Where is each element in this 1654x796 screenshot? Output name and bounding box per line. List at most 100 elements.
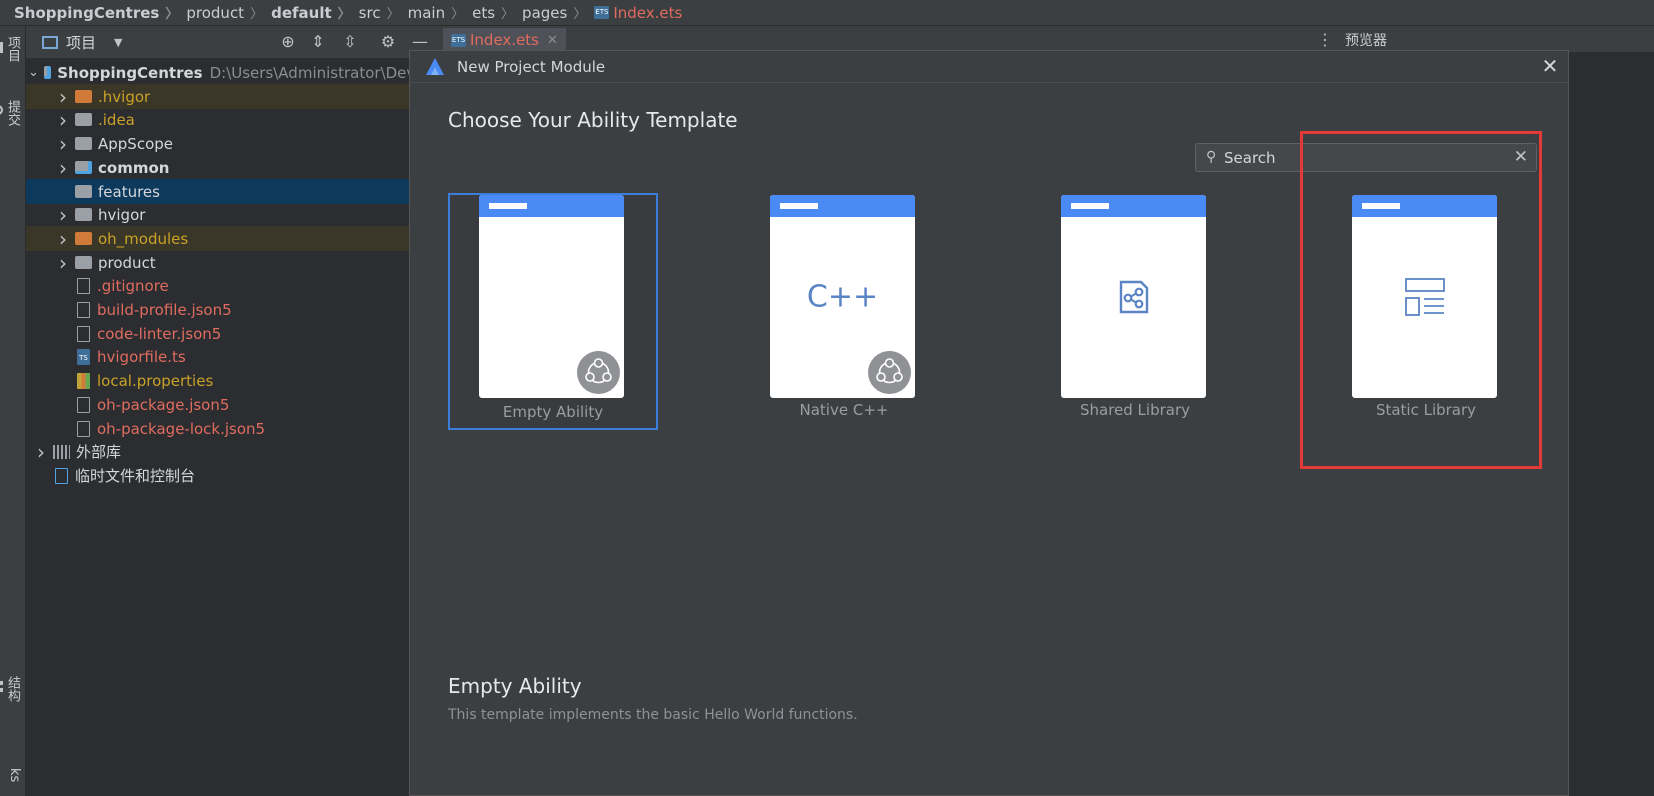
tree-item[interactable]: › common (26, 155, 433, 180)
tree-item[interactable]: code-linter.json5 (26, 321, 433, 346)
selected-template-description: This template implements the basic Hello… (448, 707, 858, 723)
ability-badge-icon (868, 351, 911, 394)
module-folder-icon (43, 66, 52, 79)
chevron-right-icon[interactable]: › (56, 110, 70, 130)
tab-index-ets[interactable]: ETS Index.ets ✕ (443, 28, 566, 52)
tree-item-label: oh-package.json5 (97, 395, 230, 414)
chevron-down-icon[interactable]: ▼ (114, 36, 122, 49)
project-tool-button[interactable]: 项目 (0, 36, 22, 62)
breadcrumb-file[interactable]: ETS Index.ets (594, 4, 682, 22)
tree-item[interactable]: build-profile.json5 (26, 297, 433, 322)
config-file-icon (77, 301, 90, 318)
close-tab-icon[interactable]: ✕ (547, 33, 558, 48)
editor-tab-strip: ETS Index.ets ✕ (433, 26, 1654, 52)
chevron-right-icon[interactable]: › (56, 158, 70, 178)
tree-item[interactable]: › 外部库 (26, 439, 433, 464)
template-preview (1061, 195, 1206, 398)
previewer-label[interactable]: 预览器 (1345, 30, 1387, 50)
config-file-icon (77, 277, 90, 294)
folder-icon (75, 185, 92, 198)
tree-item[interactable]: oh-package-lock.json5 (26, 416, 433, 441)
close-icon[interactable]: ✕ (1538, 54, 1562, 78)
chevron-right-icon[interactable]: › (56, 87, 70, 107)
breadcrumb-item[interactable]: main 〉 (407, 3, 473, 23)
tree-item[interactable]: .gitignore (26, 273, 433, 298)
breadcrumb-item[interactable]: src 〉 (358, 3, 408, 23)
tree-item-label: .idea (98, 110, 135, 129)
tree-item[interactable]: ⌄ ShoppingCentres D:\Users\Administrator\D… (26, 60, 433, 85)
chevron-right-icon[interactable]: › (56, 253, 70, 273)
tab-label: Index.ets (470, 31, 539, 49)
ability-badge-icon (577, 351, 620, 394)
locate-icon[interactable]: ⊕ (278, 32, 298, 52)
ts-file-icon: TS (77, 348, 90, 365)
chevron-right-icon[interactable]: › (56, 229, 70, 249)
breadcrumb-item[interactable]: ShoppingCentres 〉 (14, 3, 186, 23)
breadcrumb-separator: 〉 (165, 7, 179, 22)
tree-item[interactable]: › oh_modules (26, 226, 433, 251)
folder-icon (75, 208, 92, 221)
minimize-icon[interactable]: — (410, 32, 430, 52)
chevron-right-icon[interactable]: › (56, 205, 70, 225)
folder-icon (75, 256, 92, 269)
breadcrumb-item-label: main (407, 3, 446, 22)
template-preview: C++ (770, 195, 915, 398)
tree-item-label: .gitignore (97, 276, 169, 295)
commit-icon (0, 105, 3, 115)
chevron-down-icon[interactable]: ⌄ (28, 65, 39, 80)
bottom-tool-label: ks (7, 768, 22, 783)
tree-item[interactable]: › hvigor (26, 202, 433, 227)
structure-tool-button[interactable]: 结构 (0, 676, 22, 702)
bottom-tool-button[interactable]: ks (4, 768, 22, 782)
tree-item-label: common (98, 158, 170, 177)
tree-item-label: features (98, 182, 160, 201)
config-file-icon (77, 420, 90, 437)
breadcrumb-item-label: ets (472, 3, 496, 22)
expand-all-icon[interactable]: ⇕ (308, 32, 328, 52)
dialog-header: New Project Module ✕ (410, 51, 1568, 83)
breadcrumb-item[interactable]: default 〉 (271, 3, 359, 23)
ets-file-icon: ETS (594, 6, 610, 19)
folder-icon (75, 90, 92, 103)
chevron-right-icon[interactable]: › (56, 134, 70, 154)
tree-item[interactable]: 临时文件和控制台 (26, 463, 433, 488)
tree-item-label: oh-package-lock.json5 (97, 419, 266, 438)
breadcrumb-item-label: default (271, 3, 332, 22)
template-label: Shared Library (1079, 401, 1191, 419)
module-folder-icon (75, 161, 92, 174)
template-card-native-cpp[interactable]: C++ Native C++ (739, 193, 949, 430)
gear-icon[interactable]: ⚙ (378, 32, 398, 52)
project-panel-title[interactable]: 项目 (66, 32, 96, 53)
tree-item-label: AppScope (98, 134, 173, 153)
tree-item[interactable]: TS hvigorfile.ts (26, 344, 433, 369)
tree-item[interactable]: oh-package.json5 (26, 392, 433, 417)
tree-item-label: hvigor (98, 205, 146, 224)
breadcrumb-item[interactable]: ets 〉 (472, 3, 522, 23)
template-card-shared-library[interactable]: Shared Library (1030, 193, 1240, 430)
annotation-highlight-box (1300, 131, 1542, 469)
template-card-empty-ability[interactable]: Empty Ability (448, 193, 658, 430)
collapse-all-icon[interactable]: ⇳ (340, 32, 360, 52)
page-title: Choose Your Ability Template (448, 108, 738, 132)
preview-title-bar (770, 195, 915, 217)
new-project-module-dialog: New Project Module ✕ Choose Your Ability… (409, 50, 1569, 796)
breadcrumb-item[interactable]: product 〉 (186, 3, 271, 23)
breadcrumb-item[interactable]: pages 〉 (522, 3, 594, 23)
tree-item-label: ShoppingCentres (57, 63, 203, 82)
dialog-title: New Project Module (457, 58, 606, 76)
tree-item[interactable]: › .hvigor (26, 84, 433, 109)
tree-item[interactable]: › product (26, 250, 433, 275)
template-label: Native C++ (799, 401, 889, 419)
tree-item[interactable]: local.properties (26, 368, 433, 393)
breadcrumb-separator: 〉 (451, 7, 465, 22)
breadcrumb-item-label: src (358, 3, 381, 22)
chevron-right-icon[interactable]: › (34, 442, 48, 462)
tree-item-label: product (98, 253, 156, 272)
tree-item[interactable]: › .idea (26, 107, 433, 132)
more-options-icon[interactable]: ⋮ (1317, 30, 1333, 49)
tree-item[interactable]: › AppScope (26, 131, 433, 156)
folder-icon (75, 113, 92, 126)
ets-file-icon: ETS (451, 33, 466, 47)
commit-tool-button[interactable]: 提交 (0, 100, 22, 126)
tree-item[interactable]: features (26, 179, 433, 204)
